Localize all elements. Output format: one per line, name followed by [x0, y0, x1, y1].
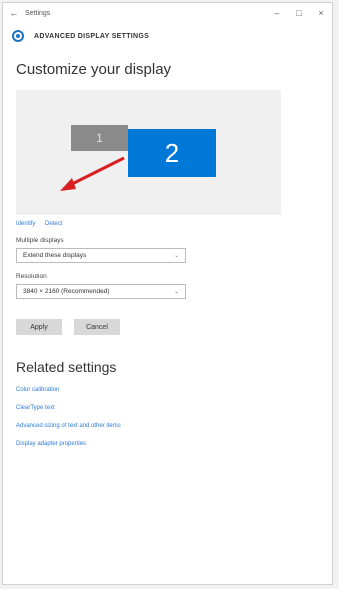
display-arrangement-preview: 1 2 — [16, 90, 281, 215]
apply-button[interactable]: Apply — [16, 319, 62, 335]
page-title: Customize your display — [16, 61, 172, 78]
multiple-displays-dropdown[interactable]: Extend these displays ⌄ — [16, 248, 186, 263]
identify-link[interactable]: Identify — [16, 221, 35, 227]
display-adapter-properties-link[interactable]: Display adapter properties — [16, 441, 332, 447]
title-bar: ← Settings – □ × — [3, 3, 332, 23]
resolution-label: Resolution — [16, 273, 47, 280]
resolution-value: 3840 × 2160 (Recommended) — [23, 288, 110, 295]
page-header: ADVANCED DISPLAY SETTINGS — [3, 23, 332, 49]
page-header-title: ADVANCED DISPLAY SETTINGS — [34, 32, 150, 40]
identify-detect-links: Identify Detect — [16, 221, 332, 227]
main-content: Customize your display 1 2 Identify Dete… — [3, 61, 332, 447]
related-settings-title: Related settings — [16, 359, 117, 375]
back-arrow-icon[interactable]: ← — [3, 8, 25, 18]
gear-icon — [12, 30, 24, 42]
detect-link[interactable]: Detect — [45, 221, 62, 227]
close-icon[interactable]: × — [310, 8, 332, 18]
multiple-displays-value: Extend these displays — [23, 252, 87, 259]
resolution-dropdown[interactable]: 3840 × 2160 (Recommended) ⌄ — [16, 284, 186, 299]
multiple-displays-label: Multiple displays — [16, 237, 64, 244]
chevron-down-icon: ⌄ — [173, 289, 179, 295]
maximize-icon[interactable]: □ — [288, 8, 310, 18]
minimize-icon[interactable]: – — [266, 8, 288, 18]
cleartype-text-link[interactable]: ClearType text — [16, 405, 332, 411]
cancel-button[interactable]: Cancel — [74, 319, 120, 335]
settings-window: ← Settings – □ × ADVANCED DISPLAY SETTIN… — [2, 2, 333, 585]
action-buttons: Apply Cancel — [16, 319, 332, 335]
app-title: Settings — [25, 9, 51, 17]
color-calibration-link[interactable]: Color calibration — [16, 387, 332, 393]
annotation-arrow-icon — [60, 156, 125, 191]
advanced-sizing-link[interactable]: Advanced sizing of text and other items — [16, 423, 332, 429]
chevron-down-icon: ⌄ — [173, 253, 179, 259]
